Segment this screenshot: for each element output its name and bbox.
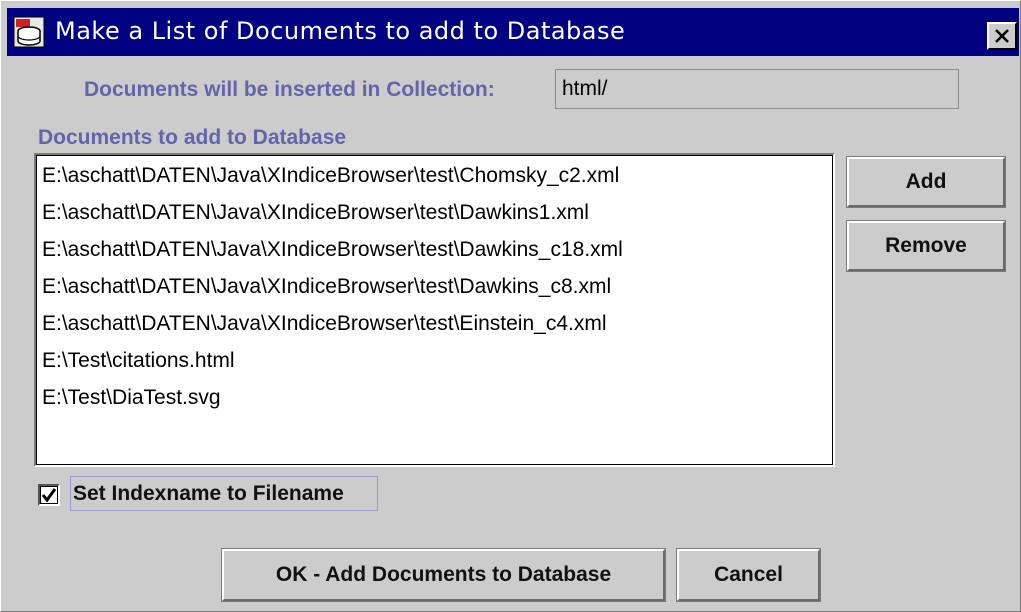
close-button[interactable] bbox=[987, 22, 1017, 50]
collection-field: html/ bbox=[555, 69, 959, 109]
ok-add-documents-button[interactable]: OK - Add Documents to Database bbox=[221, 548, 666, 602]
list-item[interactable]: E:\aschatt\DATEN\Java\XIndiceBrowser\tes… bbox=[42, 158, 619, 194]
add-button[interactable]: Add bbox=[846, 156, 1006, 208]
list-item[interactable]: E:\aschatt\DATEN\Java\XIndiceBrowser\tes… bbox=[42, 306, 607, 342]
list-item[interactable]: E:\aschatt\DATEN\Java\XIndiceBrowser\tes… bbox=[42, 269, 611, 305]
remove-button[interactable]: Remove bbox=[846, 220, 1006, 272]
set-indexname-label[interactable]: Set Indexname to Filename bbox=[70, 476, 378, 511]
list-item[interactable]: E:\Test\DiaTest.svg bbox=[42, 380, 221, 416]
set-indexname-option[interactable]: Set Indexname to Filename bbox=[35, 475, 380, 513]
close-icon bbox=[995, 29, 1009, 43]
database-app-icon bbox=[13, 16, 45, 48]
dialog-window: Make a List of Documents to add to Datab… bbox=[0, 0, 1021, 612]
title-bar[interactable]: Make a List of Documents to add to Datab… bbox=[7, 8, 1019, 56]
documents-list-label: Documents to add to Database bbox=[38, 126, 347, 149]
cancel-button[interactable]: Cancel bbox=[676, 548, 821, 602]
list-item[interactable]: E:\Test\citations.html bbox=[42, 343, 235, 379]
list-item[interactable]: E:\aschatt\DATEN\Java\XIndiceBrowser\tes… bbox=[42, 232, 623, 268]
list-item[interactable]: E:\aschatt\DATEN\Java\XIndiceBrowser\tes… bbox=[42, 195, 589, 231]
checkmark-icon bbox=[41, 488, 57, 503]
set-indexname-checkbox[interactable] bbox=[38, 484, 60, 506]
collection-label: Documents will be inserted in Collection… bbox=[84, 78, 495, 101]
window-title: Make a List of Documents to add to Datab… bbox=[55, 17, 626, 45]
documents-list[interactable]: E:\aschatt\DATEN\Java\XIndiceBrowser\tes… bbox=[34, 153, 835, 467]
